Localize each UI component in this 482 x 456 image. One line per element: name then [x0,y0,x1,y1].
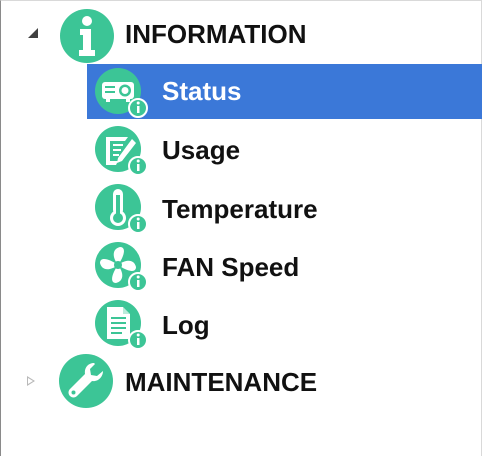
usage-icon [95,126,148,176]
wrench-icon [59,354,113,408]
thermometer-icon [95,184,148,234]
info-icon [60,9,114,63]
tree-group-label: MAINTENANCE [125,367,318,397]
fan-icon [95,242,148,292]
tree-item-label: Usage [162,135,241,165]
projector-icon [95,68,148,118]
collapse-arrow-icon[interactable] [27,376,35,386]
tree-group-label: INFORMATION [125,19,307,49]
tree-item-label: Temperature [162,194,318,224]
tree-item-label: FAN Speed [162,252,300,282]
tree-item-label: Status [162,76,242,106]
document-icon [95,300,148,350]
tree-item-label: Log [162,310,210,340]
tree-panel: INFORMATION Status Usage Temperature FAN… [0,0,482,456]
expand-arrow-icon[interactable] [28,28,38,38]
